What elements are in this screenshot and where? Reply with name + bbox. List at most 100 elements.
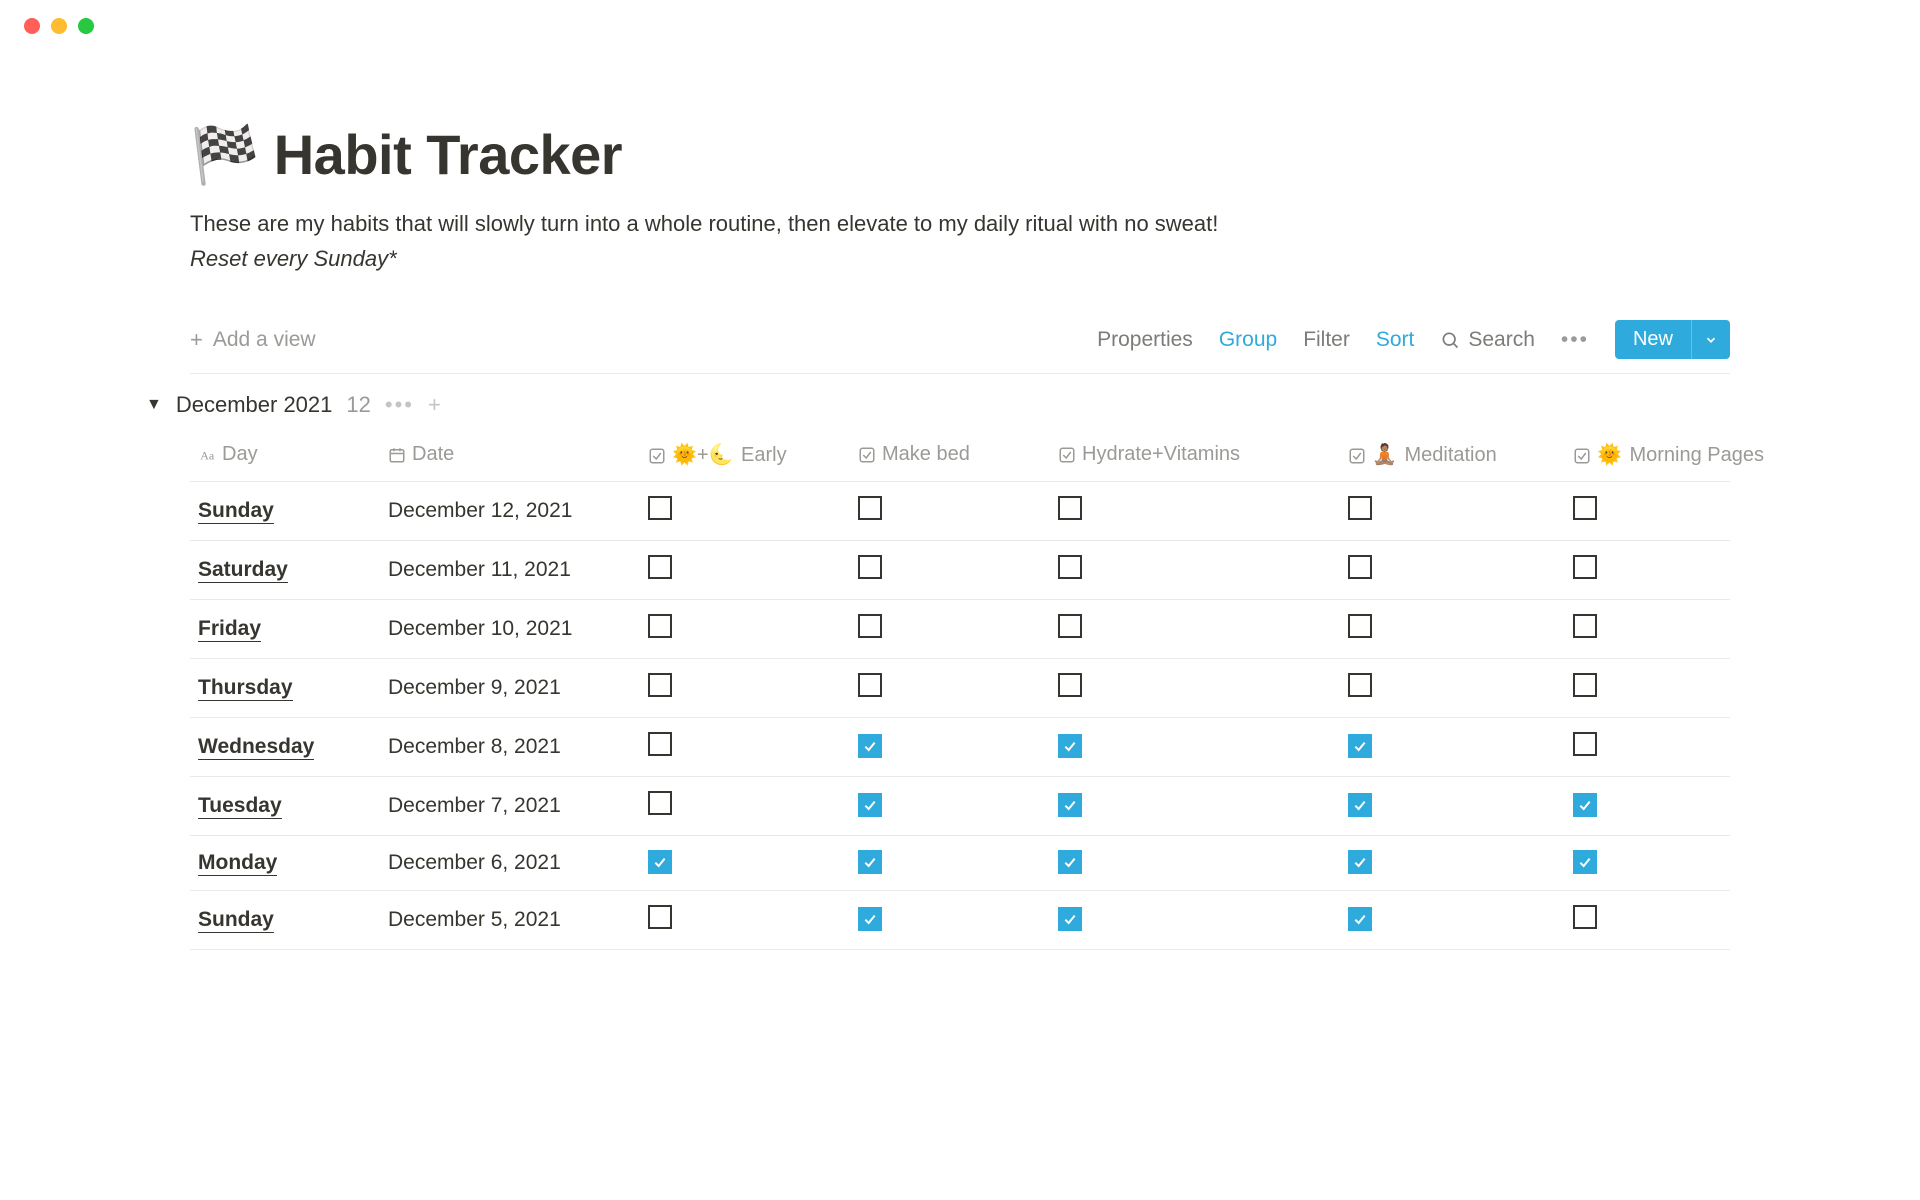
checkbox-hydrate[interactable] [1058, 907, 1082, 931]
checkbox-hydrate[interactable] [1058, 734, 1082, 758]
close-window-button[interactable] [24, 18, 40, 34]
page-title[interactable]: Habit Tracker [274, 122, 622, 187]
table-row[interactable]: Tuesday December 7, 2021 [190, 777, 1730, 836]
group-more-button[interactable]: ••• [385, 392, 414, 418]
table-row[interactable]: Monday December 6, 2021 [190, 836, 1730, 891]
checkbox-makebed[interactable] [858, 614, 882, 638]
maximize-window-button[interactable] [78, 18, 94, 34]
collapse-group-button[interactable]: ▼ [146, 396, 162, 414]
column-header-morning[interactable]: 🌞 Morning Pages [1565, 432, 1730, 482]
column-header-early[interactable]: 🌞+🌜 Early [640, 432, 850, 482]
cell-date[interactable]: December 7, 2021 [380, 777, 640, 836]
day-link[interactable]: Thursday [198, 676, 293, 701]
checkbox-meditation[interactable] [1348, 907, 1372, 931]
day-link[interactable]: Wednesday [198, 735, 314, 760]
checkbox-hydrate[interactable] [1058, 614, 1082, 638]
checkbox-makebed[interactable] [858, 907, 882, 931]
cell-date[interactable]: December 6, 2021 [380, 836, 640, 891]
cell-date[interactable]: December 10, 2021 [380, 600, 640, 659]
checkbox-hydrate[interactable] [1058, 555, 1082, 579]
checkbox-morning[interactable] [1573, 905, 1597, 929]
day-link[interactable]: Friday [198, 617, 261, 642]
cell-day[interactable]: Monday [190, 836, 380, 891]
cell-day[interactable]: Friday [190, 600, 380, 659]
day-link[interactable]: Saturday [198, 558, 288, 583]
column-label: Hydrate+Vitamins [1082, 443, 1240, 465]
checkbox-meditation[interactable] [1348, 496, 1372, 520]
checkbox-makebed[interactable] [858, 555, 882, 579]
cell-day[interactable]: Tuesday [190, 777, 380, 836]
sort-button[interactable]: Sort [1376, 328, 1415, 352]
checkbox-hydrate[interactable] [1058, 496, 1082, 520]
checkbox-makebed[interactable] [858, 850, 882, 874]
cell-date[interactable]: December 9, 2021 [380, 659, 640, 718]
page-description[interactable]: These are my habits that will slowly tur… [190, 207, 1730, 240]
checkbox-morning[interactable] [1573, 793, 1597, 817]
checkbox-early[interactable] [648, 555, 672, 579]
checkbox-morning[interactable] [1573, 555, 1597, 579]
checkbox-early[interactable] [648, 791, 672, 815]
cell-day[interactable]: Saturday [190, 541, 380, 600]
day-link[interactable]: Monday [198, 851, 277, 876]
checkbox-morning[interactable] [1573, 850, 1597, 874]
table-row[interactable]: Sunday December 5, 2021 [190, 891, 1730, 950]
table-row[interactable]: Friday December 10, 2021 [190, 600, 1730, 659]
checkbox-early[interactable] [648, 732, 672, 756]
add-view-button[interactable]: + Add a view [190, 327, 316, 353]
checkbox-morning[interactable] [1573, 732, 1597, 756]
checkbox-hydrate[interactable] [1058, 793, 1082, 817]
column-header-meditation[interactable]: 🧘🏽 Meditation [1340, 432, 1565, 482]
day-link[interactable]: Tuesday [198, 794, 282, 819]
day-link[interactable]: Sunday [198, 908, 274, 933]
checkbox-early[interactable] [648, 850, 672, 874]
table-row[interactable]: Saturday December 11, 2021 [190, 541, 1730, 600]
day-link[interactable]: Sunday [198, 499, 274, 524]
group-add-row-button[interactable]: + [428, 392, 441, 418]
checkbox-makebed[interactable] [858, 673, 882, 697]
group-button[interactable]: Group [1219, 328, 1277, 352]
cell-date[interactable]: December 12, 2021 [380, 482, 640, 541]
checkbox-early[interactable] [648, 905, 672, 929]
checkbox-hydrate[interactable] [1058, 850, 1082, 874]
table-row[interactable]: Wednesday December 8, 2021 [190, 718, 1730, 777]
cell-day[interactable]: Wednesday [190, 718, 380, 777]
table-row[interactable]: Sunday December 12, 2021 [190, 482, 1730, 541]
cell-date[interactable]: December 11, 2021 [380, 541, 640, 600]
search-button[interactable]: Search [1440, 328, 1535, 352]
filter-button[interactable]: Filter [1303, 328, 1350, 352]
cell-date[interactable]: December 8, 2021 [380, 718, 640, 777]
checkbox-morning[interactable] [1573, 496, 1597, 520]
checkbox-makebed[interactable] [858, 793, 882, 817]
cell-date[interactable]: December 5, 2021 [380, 891, 640, 950]
column-header-day[interactable]: AaDay [190, 432, 380, 482]
cell-day[interactable]: Sunday [190, 482, 380, 541]
column-header-date[interactable]: Date [380, 432, 640, 482]
checkbox-makebed[interactable] [858, 734, 882, 758]
page-subtitle[interactable]: Reset every Sunday* [190, 246, 1730, 272]
cell-day[interactable]: Thursday [190, 659, 380, 718]
checkbox-meditation[interactable] [1348, 673, 1372, 697]
new-button-dropdown[interactable] [1691, 320, 1730, 359]
checkbox-hydrate[interactable] [1058, 673, 1082, 697]
checkbox-early[interactable] [648, 673, 672, 697]
column-header-hydrate[interactable]: Hydrate+Vitamins [1050, 432, 1340, 482]
new-button[interactable]: New [1615, 320, 1691, 359]
group-label[interactable]: December 2021 [176, 392, 333, 418]
minimize-window-button[interactable] [51, 18, 67, 34]
properties-button[interactable]: Properties [1097, 328, 1193, 352]
checkbox-morning[interactable] [1573, 673, 1597, 697]
checkbox-morning[interactable] [1573, 614, 1597, 638]
checkbox-meditation[interactable] [1348, 793, 1372, 817]
column-header-makebed[interactable]: Make bed [850, 432, 1050, 482]
checkbox-meditation[interactable] [1348, 734, 1372, 758]
checkbox-meditation[interactable] [1348, 555, 1372, 579]
checkbox-early[interactable] [648, 614, 672, 638]
checkbox-meditation[interactable] [1348, 850, 1372, 874]
table-row[interactable]: Thursday December 9, 2021 [190, 659, 1730, 718]
cell-day[interactable]: Sunday [190, 891, 380, 950]
page-icon[interactable]: 🏁 [190, 127, 260, 183]
more-options-button[interactable]: ••• [1561, 328, 1589, 352]
checkbox-makebed[interactable] [858, 496, 882, 520]
checkbox-meditation[interactable] [1348, 614, 1372, 638]
checkbox-early[interactable] [648, 496, 672, 520]
